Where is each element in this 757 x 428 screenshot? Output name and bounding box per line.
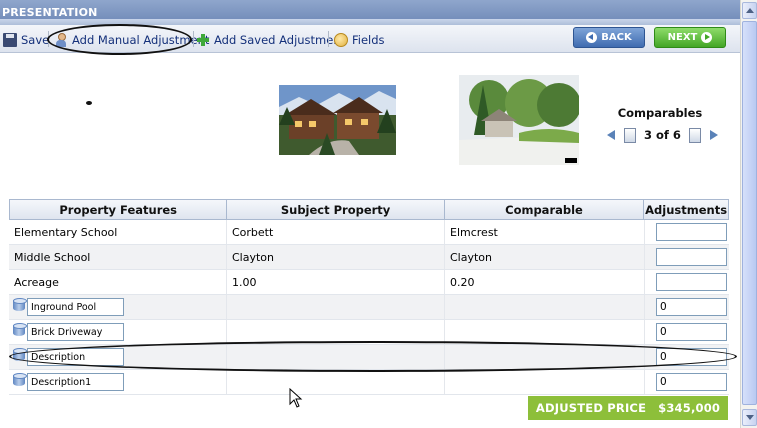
scrollbar-thumb[interactable] <box>742 21 757 405</box>
next-arrow-icon[interactable] <box>709 130 718 140</box>
plus-icon <box>196 33 210 47</box>
next-button[interactable]: NEXT <box>654 27 726 48</box>
subject-cell <box>227 295 445 319</box>
adjustment-input[interactable] <box>656 323 727 341</box>
column-header-subject[interactable]: Subject Property <box>227 200 445 219</box>
comparable-cell <box>445 370 645 394</box>
subject-property-photo <box>279 85 396 155</box>
fields-button[interactable]: Fields <box>334 31 385 49</box>
database-icon[interactable] <box>13 372 27 386</box>
adjustment-input[interactable] <box>656 373 727 391</box>
database-icon[interactable] <box>13 297 27 311</box>
add-saved-adjustment-button[interactable]: Add Saved Adjustment <box>196 31 345 49</box>
title-bar: PRESENTATION <box>0 0 740 25</box>
comparable-cell: 0.20 <box>445 270 645 294</box>
save-label: Save <box>21 33 50 47</box>
adjustment-input[interactable] <box>656 223 727 241</box>
toolbar-divider <box>193 31 194 47</box>
subject-cell: Clayton <box>227 245 445 269</box>
column-header-features[interactable]: Property Features <box>10 200 228 219</box>
comparable-property-photo <box>459 75 579 165</box>
next-label: NEXT <box>667 32 698 43</box>
annotation-ellipse-add-manual <box>47 24 192 55</box>
stray-dot <box>86 101 92 105</box>
comparable-cell <box>445 295 645 319</box>
arrow-right-circle-icon <box>701 32 713 43</box>
feature-cell: Elementary School <box>9 220 227 244</box>
table-row <box>9 295 729 320</box>
toolbar-divider <box>328 31 329 47</box>
table-row: Middle School Clayton Clayton <box>9 245 729 270</box>
feature-cell: Acreage <box>9 270 227 294</box>
column-header-adjustments[interactable]: Adjustments <box>644 200 728 219</box>
comparable-cell <box>445 320 645 344</box>
scroll-down-icon[interactable] <box>742 409 757 426</box>
adjustment-input[interactable] <box>656 298 727 316</box>
annotation-ellipse-description-row <box>9 341 737 372</box>
comparables-title: Comparables <box>617 106 703 120</box>
comparable-cell: Elmcrest <box>445 220 645 244</box>
adjustment-input[interactable] <box>656 248 727 266</box>
adjusted-price-bar: ADJUSTED PRICE $345,000 <box>528 396 728 420</box>
comparables-counter: 3 of 6 <box>644 128 681 142</box>
save-button[interactable]: Save <box>3 31 49 49</box>
subject-cell: Corbett <box>227 220 445 244</box>
fields-label: Fields <box>352 33 385 47</box>
back-label: BACK <box>601 32 632 43</box>
vertical-scrollbar[interactable] <box>740 0 757 428</box>
previous-page-icon[interactable] <box>624 127 636 143</box>
scroll-up-icon[interactable] <box>742 2 757 19</box>
adjusted-price-label: ADJUSTED PRICE <box>535 401 647 415</box>
column-header-comparable[interactable]: Comparable <box>445 200 645 219</box>
fields-icon <box>334 33 348 47</box>
table-row <box>9 370 729 395</box>
grid-header: Property Features Subject Property Compa… <box>9 199 729 220</box>
back-button[interactable]: BACK <box>573 27 645 48</box>
feature-name-input[interactable] <box>27 323 124 341</box>
arrow-left-circle-icon <box>586 32 598 43</box>
add-saved-adjustment-label: Add Saved Adjustment <box>214 33 346 47</box>
subject-cell <box>227 370 445 394</box>
subject-cell: 1.00 <box>227 270 445 294</box>
feature-name-input[interactable] <box>27 298 124 316</box>
comparables-pager: 3 of 6 <box>607 126 718 144</box>
feature-name-input[interactable] <box>27 373 124 391</box>
adjustment-input[interactable] <box>656 273 727 291</box>
window-title: PRESENTATION <box>2 6 98 19</box>
table-row: Acreage 1.00 0.20 <box>9 270 729 295</box>
database-icon[interactable] <box>13 322 27 336</box>
presentation-window: PRESENTATION Save Add Manual Adjustment … <box>0 0 757 428</box>
next-page-icon[interactable] <box>688 127 701 143</box>
feature-cell: Middle School <box>9 245 227 269</box>
adjusted-price-value: $345,000 <box>658 401 721 415</box>
floppy-disk-icon <box>3 33 17 47</box>
comparable-cell: Clayton <box>445 245 645 269</box>
mouse-pointer-icon <box>289 388 303 408</box>
previous-arrow-icon[interactable] <box>607 130 615 140</box>
table-row: Elementary School Corbett Elmcrest <box>9 220 729 245</box>
